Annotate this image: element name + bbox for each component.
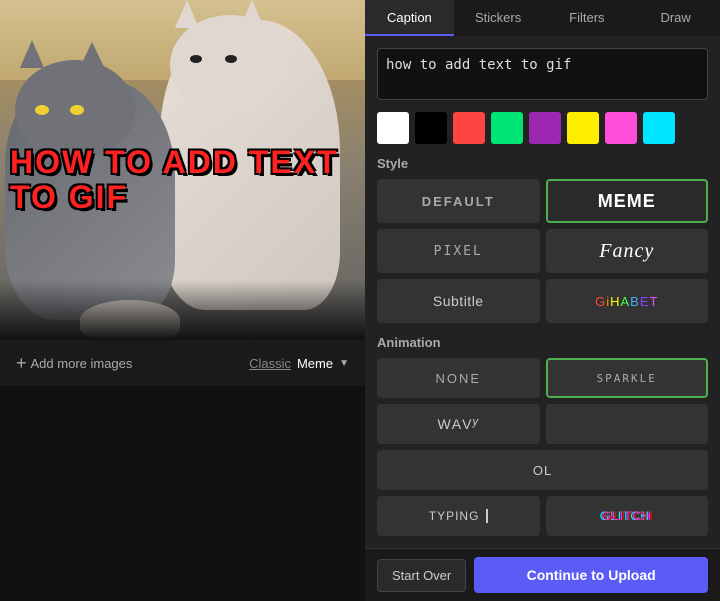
- color-pink[interactable]: [605, 112, 637, 144]
- tabs-bar: Caption Stickers Filters Draw: [365, 0, 720, 36]
- continue-button[interactable]: Continue to Upload: [474, 557, 708, 593]
- gif-text-overlay: HOW TO ADD TEXT TO GIF: [10, 145, 365, 215]
- tab-stickers[interactable]: Stickers: [454, 0, 543, 36]
- tab-filters[interactable]: Filters: [543, 0, 632, 36]
- start-over-button[interactable]: Start Over: [377, 559, 466, 592]
- animation-section-label: Animation: [377, 335, 708, 350]
- style-section-label: Style: [377, 156, 708, 171]
- caption-panel: how to add text to gif Style DEFAULT ME: [365, 36, 720, 548]
- plus-icon: +: [16, 353, 27, 374]
- style-pixel[interactable]: PIXEL: [377, 229, 540, 273]
- add-images-button[interactable]: + Add more images: [16, 353, 132, 374]
- color-cyan[interactable]: [643, 112, 675, 144]
- left-panel: HOW TO ADD TEXT TO GIF + Add more images…: [0, 0, 365, 601]
- anim-glitch[interactable]: GLITCH: [546, 496, 709, 536]
- anim-sparkle[interactable]: SPARKLE: [546, 358, 709, 398]
- tab-caption[interactable]: Caption: [365, 0, 454, 36]
- caption-text-input[interactable]: how to add text to gif: [377, 48, 708, 100]
- anim-none[interactable]: NONE: [377, 358, 540, 398]
- bottom-actions: Start Over Continue to Upload: [365, 548, 720, 601]
- right-panel: Caption Stickers Filters Draw how to add…: [365, 0, 720, 601]
- gif-container: HOW TO ADD TEXT TO GIF: [0, 0, 365, 340]
- style-grid: DEFAULT MEME PIXEL Fancy Subtitle: [377, 179, 708, 323]
- style-section: Style DEFAULT MEME PIXEL Fancy: [377, 156, 708, 323]
- color-red[interactable]: [453, 112, 485, 144]
- style-selector: Classic Meme ▼: [249, 356, 349, 371]
- bottom-bar: + Add more images Classic Meme ▼: [0, 340, 365, 386]
- animation-grid: NONE SPARKLE WAVy RAINBOW OL: [377, 358, 708, 536]
- style-alphabet[interactable]: GiHABET: [546, 279, 709, 323]
- dropdown-arrow-icon[interactable]: ▼: [339, 358, 349, 369]
- tab-draw[interactable]: Draw: [631, 0, 720, 36]
- style-fancy[interactable]: Fancy: [546, 229, 709, 273]
- color-green[interactable]: [491, 112, 523, 144]
- anim-wavy[interactable]: WAVy: [377, 404, 540, 444]
- animation-section: Animation NONE SPARKLE WAVy RA: [377, 335, 708, 536]
- color-palette: [377, 112, 708, 144]
- anim-rainbow[interactable]: RAINBOW: [546, 404, 709, 444]
- meme-style-option[interactable]: Meme: [297, 356, 333, 371]
- style-subtitle[interactable]: Subtitle: [377, 279, 540, 323]
- color-purple[interactable]: [529, 112, 561, 144]
- color-black[interactable]: [415, 112, 447, 144]
- classic-style-option[interactable]: Classic: [249, 356, 291, 371]
- anim-ol[interactable]: OL: [377, 450, 708, 490]
- style-meme[interactable]: MEME: [546, 179, 709, 223]
- anim-typing[interactable]: TYPING: [377, 496, 540, 536]
- color-white[interactable]: [377, 112, 409, 144]
- add-images-label: Add more images: [31, 356, 133, 371]
- left-empty-area: [0, 386, 365, 601]
- color-yellow[interactable]: [567, 112, 599, 144]
- style-default[interactable]: DEFAULT: [377, 179, 540, 223]
